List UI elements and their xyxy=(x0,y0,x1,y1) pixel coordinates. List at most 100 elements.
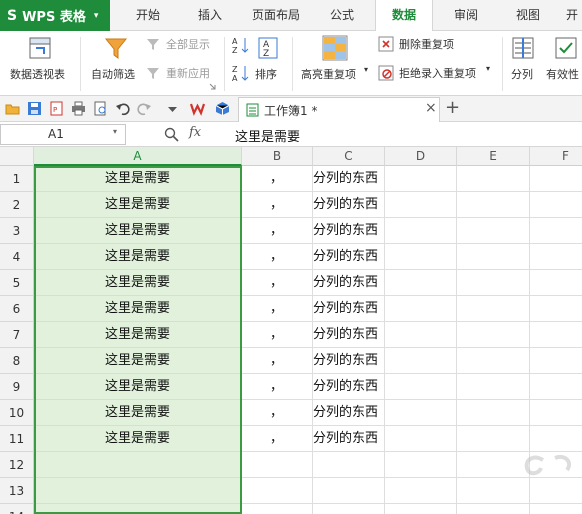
cell-f[interactable] xyxy=(530,400,582,426)
cell-f[interactable] xyxy=(530,426,582,452)
cell-d[interactable] xyxy=(385,374,457,400)
cell-a[interactable]: 这里是需要 xyxy=(34,244,242,270)
tab-page-layout[interactable]: 页面布局 xyxy=(246,0,306,31)
new-tab-button[interactable]: + xyxy=(445,97,460,118)
cell-d[interactable] xyxy=(385,348,457,374)
cell-b[interactable]: ， xyxy=(242,270,313,296)
cell-f[interactable] xyxy=(530,348,582,374)
cell-c[interactable]: 分列的东西 xyxy=(313,270,385,296)
cell-e[interactable] xyxy=(457,270,530,296)
insert-function-button[interactable]: fx xyxy=(189,125,201,140)
cell-b[interactable] xyxy=(242,478,313,504)
row-header[interactable]: 6 xyxy=(0,296,34,322)
text-to-columns-button[interactable]: 分列 xyxy=(506,31,540,95)
cell-f[interactable] xyxy=(530,270,582,296)
cell-a[interactable]: 这里是需要 xyxy=(34,400,242,426)
save-icon[interactable] xyxy=(27,101,42,116)
column-header-a[interactable]: A xyxy=(34,147,242,166)
cell-b[interactable] xyxy=(242,504,313,514)
tab-data[interactable]: 数据 xyxy=(375,0,433,32)
cell-e[interactable] xyxy=(457,166,530,192)
tab-start[interactable]: 开始 xyxy=(122,0,174,31)
formula-input[interactable]: 这里是需要 xyxy=(235,126,300,145)
cell-c[interactable]: 分列的东西 xyxy=(313,192,385,218)
cell-b[interactable]: ， xyxy=(242,192,313,218)
row-header[interactable]: 5 xyxy=(0,270,34,296)
dialog-launcher-icon[interactable] xyxy=(209,83,216,90)
select-all-corner[interactable] xyxy=(0,147,34,166)
reapply-button[interactable]: 重新应用 xyxy=(146,64,218,82)
cell-f[interactable] xyxy=(530,192,582,218)
cell-e[interactable] xyxy=(457,348,530,374)
cell-c[interactable] xyxy=(313,504,385,514)
tab-insert[interactable]: 插入 xyxy=(184,0,236,31)
cell-b[interactable]: ， xyxy=(242,322,313,348)
row-header[interactable]: 11 xyxy=(0,426,34,452)
cell-c[interactable]: 分列的东西 xyxy=(313,426,385,452)
row-header[interactable]: 14 xyxy=(0,504,34,514)
cell-a[interactable]: 这里是需要 xyxy=(34,192,242,218)
data-validation-button[interactable]: 有效性 xyxy=(544,31,582,95)
cell-d[interactable] xyxy=(385,426,457,452)
delete-duplicates-button[interactable]: 删除重复项 xyxy=(378,35,474,53)
cell-c[interactable]: 分列的东西 xyxy=(313,296,385,322)
cell-e[interactable] xyxy=(457,426,530,452)
cell-c[interactable]: 分列的东西 xyxy=(313,244,385,270)
workbook-tab[interactable]: 工作簿1 * × xyxy=(238,97,440,122)
cell-a[interactable]: 这里是需要 xyxy=(34,270,242,296)
tab-review[interactable]: 审阅 xyxy=(440,0,492,31)
row-header[interactable]: 13 xyxy=(0,478,34,504)
cell-c[interactable]: 分列的东西 xyxy=(313,374,385,400)
cell-e[interactable] xyxy=(457,400,530,426)
cell-f[interactable] xyxy=(530,218,582,244)
row-header[interactable]: 2 xyxy=(0,192,34,218)
redo-icon[interactable] xyxy=(137,101,152,116)
cell-f[interactable] xyxy=(530,322,582,348)
cell-e[interactable] xyxy=(457,218,530,244)
cell-f[interactable] xyxy=(530,296,582,322)
cell-e[interactable] xyxy=(457,192,530,218)
cell-d[interactable] xyxy=(385,244,457,270)
cell-c[interactable]: 分列的东西 xyxy=(313,166,385,192)
cell-c[interactable]: 分列的东西 xyxy=(313,218,385,244)
row-header[interactable]: 12 xyxy=(0,452,34,478)
cell-c[interactable]: 分列的东西 xyxy=(313,348,385,374)
cell-c[interactable]: 分列的东西 xyxy=(313,322,385,348)
cell-a[interactable] xyxy=(34,478,242,504)
row-header[interactable]: 10 xyxy=(0,400,34,426)
autofilter-button[interactable]: 自动筛选 xyxy=(88,31,144,95)
column-header-c[interactable]: C xyxy=(313,147,385,166)
print-icon[interactable] xyxy=(71,101,86,116)
pivot-table-button[interactable]: 数据透视表 xyxy=(4,31,76,95)
show-all-button[interactable]: 全部显示 xyxy=(146,35,218,53)
cell-d[interactable] xyxy=(385,270,457,296)
row-header[interactable]: 7 xyxy=(0,322,34,348)
cell-a[interactable]: 这里是需要 xyxy=(34,218,242,244)
cell-b[interactable]: ， xyxy=(242,244,313,270)
cell-b[interactable]: ， xyxy=(242,374,313,400)
tab-view[interactable]: 视图 xyxy=(502,0,554,31)
print-preview-icon[interactable] xyxy=(93,101,108,116)
zoom-search-icon[interactable] xyxy=(164,127,179,142)
cell-e[interactable] xyxy=(457,322,530,348)
cell-d[interactable] xyxy=(385,322,457,348)
cell-a[interactable] xyxy=(34,504,242,514)
cell-f[interactable] xyxy=(530,374,582,400)
cell-c[interactable] xyxy=(313,452,385,478)
cell-a[interactable]: 这里是需要 xyxy=(34,166,242,192)
reject-duplicates-button[interactable]: 拒绝录入重复项 ▾ xyxy=(378,64,496,82)
cell-e[interactable] xyxy=(457,374,530,400)
wps-w-logo-icon[interactable] xyxy=(190,101,205,116)
cell-e[interactable] xyxy=(457,296,530,322)
tab-formula[interactable]: 公式 xyxy=(316,0,368,31)
cell-f[interactable] xyxy=(530,244,582,270)
cell-d[interactable] xyxy=(385,400,457,426)
row-header[interactable]: 9 xyxy=(0,374,34,400)
chevron-down-icon[interactable]: ▾ xyxy=(113,127,117,136)
cloud-cube-icon[interactable] xyxy=(215,101,230,116)
cell-b[interactable]: ， xyxy=(242,426,313,452)
cell-a[interactable]: 这里是需要 xyxy=(34,426,242,452)
cell-d[interactable] xyxy=(385,218,457,244)
column-header-b[interactable]: B xyxy=(242,147,313,166)
cell-b[interactable] xyxy=(242,452,313,478)
